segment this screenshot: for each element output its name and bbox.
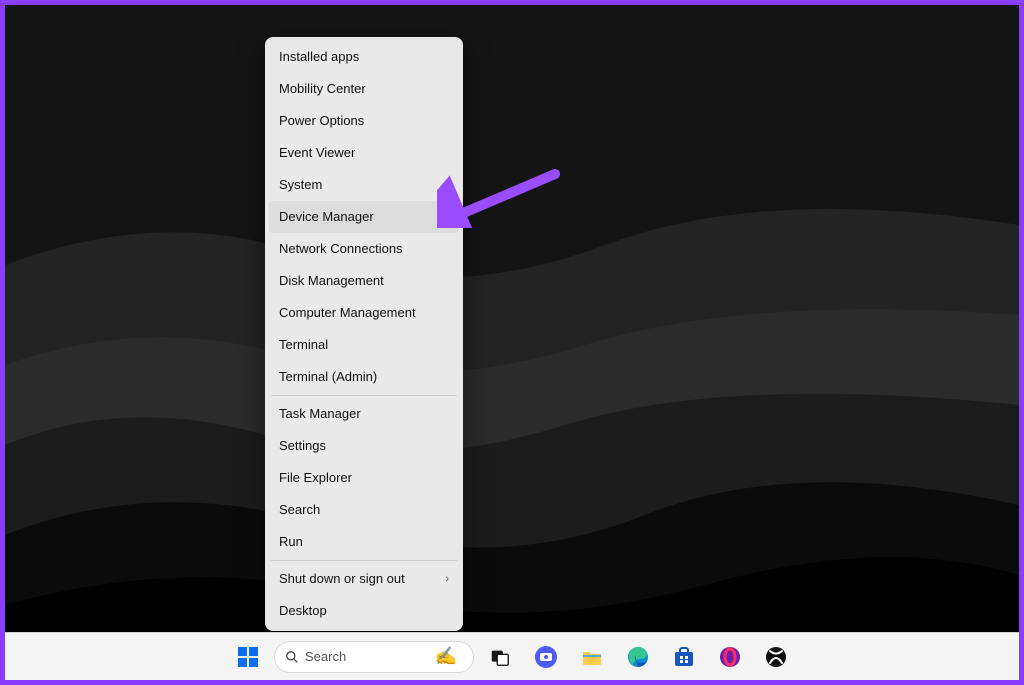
edge-icon [626, 645, 650, 669]
menu-item-power-options[interactable]: Power Options [265, 105, 463, 137]
menu-item-label: Desktop [279, 603, 327, 619]
menu-item-disk-management[interactable]: Disk Management [265, 265, 463, 297]
menu-item-installed-apps[interactable]: Installed apps [265, 41, 463, 73]
chevron-right-icon: › [445, 571, 449, 587]
menu-item-desktop[interactable]: Desktop [265, 595, 463, 627]
menu-item-file-explorer[interactable]: File Explorer [265, 462, 463, 494]
task-view-icon [489, 646, 511, 668]
menu-item-terminal[interactable]: Terminal [265, 329, 463, 361]
menu-item-label: Settings [279, 438, 326, 454]
menu-item-shut-down-or-sign-out[interactable]: Shut down or sign out › [265, 563, 463, 595]
menu-item-label: File Explorer [279, 470, 352, 486]
menu-item-label: Search [279, 502, 320, 518]
edge-button[interactable] [618, 637, 658, 677]
menu-item-label: Mobility Center [279, 81, 366, 97]
start-button[interactable] [228, 637, 268, 677]
menu-item-device-manager[interactable]: Device Manager [269, 201, 459, 233]
menu-item-system[interactable]: System [265, 169, 463, 201]
microsoft-store-button[interactable] [664, 637, 704, 677]
menu-item-search[interactable]: Search [265, 494, 463, 526]
xbox-icon [764, 645, 788, 669]
chat-button[interactable] [526, 637, 566, 677]
menu-separator [271, 560, 457, 561]
folder-icon [580, 645, 604, 669]
opera-button[interactable] [710, 637, 750, 677]
menu-item-label: Installed apps [279, 49, 359, 65]
menu-item-label: Power Options [279, 113, 364, 129]
search-icon [285, 650, 299, 664]
menu-item-mobility-center[interactable]: Mobility Center [265, 73, 463, 105]
menu-item-label: Shut down or sign out [279, 571, 405, 587]
menu-item-terminal-admin[interactable]: Terminal (Admin) [265, 361, 463, 393]
menu-item-label: Task Manager [279, 406, 361, 422]
menu-item-task-manager[interactable]: Task Manager [265, 398, 463, 430]
windows-logo-icon [236, 645, 260, 669]
taskbar-search[interactable]: Search ✍️ [274, 641, 474, 673]
store-icon [672, 645, 696, 669]
task-view-button[interactable] [480, 637, 520, 677]
menu-item-label: System [279, 177, 322, 193]
menu-item-label: Disk Management [279, 273, 384, 289]
menu-item-label: Run [279, 534, 303, 550]
menu-item-label: Network Connections [279, 241, 403, 257]
menu-item-run[interactable]: Run [265, 526, 463, 558]
search-placeholder: Search [305, 649, 346, 664]
screenshot-frame: Installed apps Mobility Center Power Optio… [0, 0, 1024, 685]
file-explorer-button[interactable] [572, 637, 612, 677]
menu-item-label: Terminal [279, 337, 328, 353]
menu-item-label: Event Viewer [279, 145, 355, 161]
desktop-area[interactable]: Installed apps Mobility Center Power Optio… [5, 5, 1019, 680]
search-gesture-icon: ✍️ [435, 646, 457, 667]
xbox-button[interactable] [756, 637, 796, 677]
wallpaper-mountains [5, 5, 1019, 680]
menu-separator [271, 395, 457, 396]
opera-icon [718, 645, 742, 669]
menu-item-settings[interactable]: Settings [265, 430, 463, 462]
winx-context-menu: Installed apps Mobility Center Power Optio… [265, 37, 463, 631]
menu-item-label: Device Manager [279, 209, 374, 225]
menu-item-computer-management[interactable]: Computer Management [265, 297, 463, 329]
menu-item-label: Terminal (Admin) [279, 369, 377, 385]
menu-item-network-connections[interactable]: Network Connections [265, 233, 463, 265]
chat-icon [534, 645, 558, 669]
taskbar: Search ✍️ [5, 632, 1019, 680]
menu-item-label: Computer Management [279, 305, 416, 321]
menu-item-event-viewer[interactable]: Event Viewer [265, 137, 463, 169]
